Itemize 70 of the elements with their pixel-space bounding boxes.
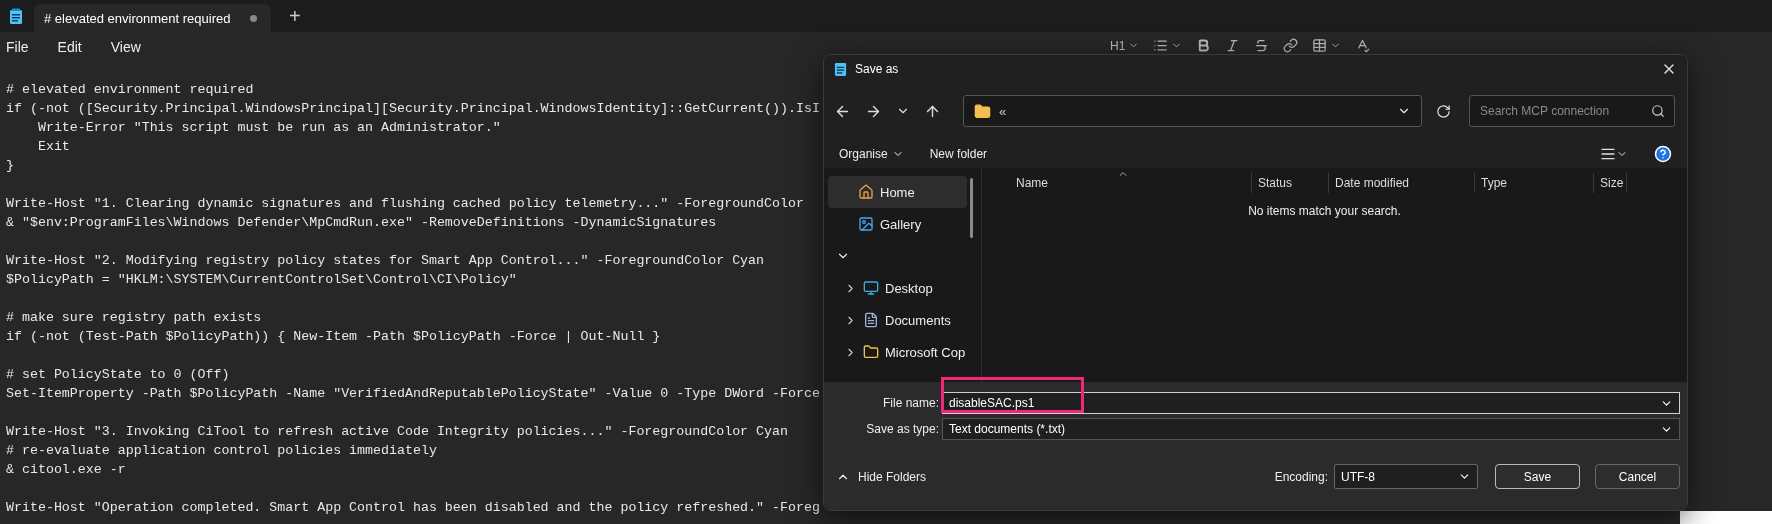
notepad-icon [834, 61, 847, 77]
encoding-label: Encoding: [1274, 469, 1328, 484]
bold-icon [1196, 38, 1212, 53]
editor-tab[interactable]: # elevated environment required [34, 4, 271, 32]
help-icon[interactable] [1654, 144, 1672, 163]
address-bar[interactable]: « [963, 95, 1422, 127]
bold-button[interactable] [1196, 38, 1212, 53]
strikethrough-button[interactable] [1254, 38, 1270, 53]
code-line: & "$env:ProgramFiles\Windows Defender\MpCmdRun.exe" -RemoveDefinitions -DynamicSignatures [6, 214, 718, 232]
nav-item[interactable]: Desktop [828, 272, 967, 304]
menu-item[interactable]: Edit [57, 39, 93, 55]
code-line: } [6, 157, 15, 175]
code-line: # re-evaluate application control policies immediately [6, 442, 438, 460]
code-line: Exit [36, 138, 71, 156]
house-icon [858, 184, 874, 200]
cancel-button[interactable]: Cancel [1595, 464, 1680, 489]
refresh-button[interactable] [1436, 103, 1451, 119]
encoding-select[interactable]: UTF-8 [1334, 464, 1478, 489]
code-line: if (-not ([Security.Principal.WindowsPrincipal][Security.Principal.WindowsIdentity]::GetCurrent()).IsI [6, 100, 821, 118]
dialog-title: Save as [855, 62, 900, 76]
code-line: # set PolicyState to 0 (Off) [6, 366, 231, 384]
document-icon [863, 312, 879, 328]
menu-item[interactable]: File [6, 39, 40, 55]
italic-button[interactable] [1225, 38, 1241, 53]
code-line: # make sure registry path exists [6, 309, 263, 327]
search-field[interactable]: Search MCP connection [1469, 95, 1675, 127]
tab-title: # elevated environment required [44, 10, 231, 26]
code-line: Write-Host "3. Invoking CiTool to refresh active Code Integrity policies..." -ForegroundColor Cyan [6, 423, 789, 441]
code-line: Write-Host "Operation completed. Smart App Control has been disabled and the policy refreshed." -Foreg [6, 499, 821, 517]
hide-folders-button[interactable]: Hide Folders [836, 469, 1275, 484]
save-button[interactable]: Save [1495, 464, 1580, 489]
new-tab-button[interactable]: + [279, 4, 311, 28]
code-line: $PolicyPath = "HKLM:\SYSTEM\CurrentControlSet\Control\CI\Policy" [6, 271, 518, 289]
strikethrough-icon [1254, 38, 1270, 53]
link-icon [1283, 38, 1299, 53]
code-line: Write-Host "1. Clearing dynamic signatures and flushing cached policy telemetry..." -ForegroundColor [6, 195, 805, 213]
italic-icon [1225, 38, 1241, 53]
field-label: Save as type: [865, 422, 940, 436]
search-icon[interactable] [1651, 104, 1665, 118]
command-button[interactable]: Organise [839, 146, 904, 161]
spellcheck-button[interactable] [1355, 38, 1371, 53]
code-line: # elevated environment required [6, 81, 255, 99]
nav-item[interactable]: Documents [828, 304, 967, 336]
code-line: Write-Error "This script must be run as an Administrator." [36, 119, 502, 137]
nav-item[interactable]: Gallery [828, 208, 967, 240]
code-line: Write-Host "2. Modifying registry policy states for Smart App Control..." -ForegroundColor Cyan [6, 252, 766, 270]
code-line: if (-not (Test-Path $PolicyPath)) { New-Item -Path $PolicyPath -Force | Out-Null } [6, 328, 662, 346]
menu-item[interactable]: View [110, 39, 152, 55]
monitor-icon [863, 280, 879, 296]
command-button[interactable]: New folder [929, 146, 988, 161]
spellcheck-icon [1355, 38, 1371, 53]
list-button[interactable] [1153, 38, 1183, 53]
code-line: Set-ItemProperty -Path $PolicyPath -Name "VerifiedAndReputablePolicyState" -Value 0 -Type DWord -Force [6, 385, 821, 403]
table-button[interactable] [1312, 38, 1342, 53]
heading-button[interactable]: H1 [1110, 38, 1140, 53]
field-label: File name: [881, 396, 940, 410]
table-icon [1312, 38, 1328, 53]
scrollbar[interactable] [970, 178, 973, 238]
empty-message: No items match your search. [1247, 204, 1402, 218]
file-name-field[interactable]: disableSAC.ps1 [942, 392, 1680, 414]
list-icon [1153, 38, 1169, 53]
gallery-icon [858, 216, 874, 232]
link-button[interactable] [1283, 38, 1299, 53]
file-type-select[interactable]: Text documents (*.txt) [942, 418, 1680, 440]
folder-icon [974, 102, 991, 120]
refresh-icon [1436, 103, 1451, 119]
nav-item[interactable]: Microsoft Cop [828, 336, 967, 368]
code-line: & citool.exe -r [6, 461, 127, 479]
nav-item[interactable]: Home [828, 176, 967, 208]
folder-icon [863, 344, 879, 360]
